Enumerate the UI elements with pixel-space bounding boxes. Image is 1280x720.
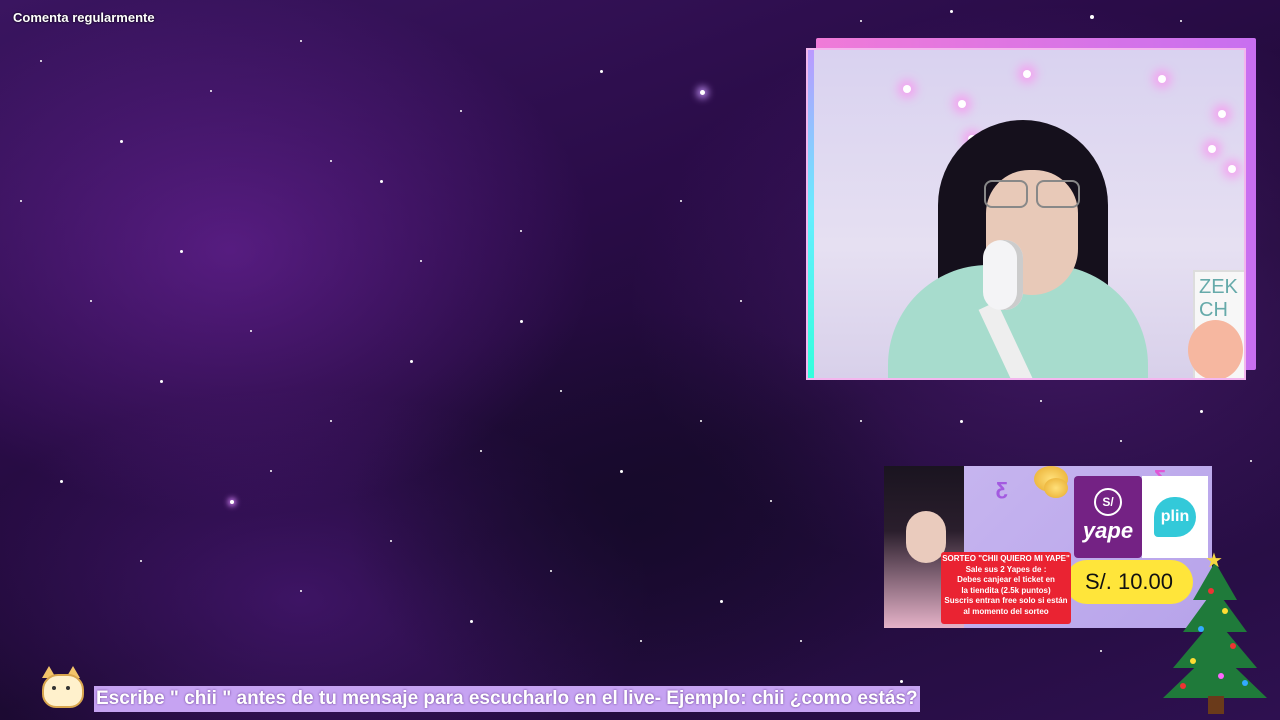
yape-symbol: S/ bbox=[1094, 488, 1122, 516]
yape-label: yape bbox=[1082, 518, 1134, 543]
rules-line: al momento del sorteo bbox=[963, 606, 1049, 616]
rules-line: Debes canjear el ticket en bbox=[957, 575, 1055, 584]
stream-screen: { "overlay": { "top_label": "Comenta reg… bbox=[0, 0, 1280, 720]
coin-icon bbox=[1044, 478, 1068, 498]
led-strip bbox=[808, 50, 814, 378]
squiggle-decoration: ƹ bbox=[996, 474, 1008, 499]
yape-logo: S/ yape bbox=[1074, 476, 1142, 558]
rules-line: Suscris entran free solo si están bbox=[944, 596, 1068, 605]
rules-line: la tiendita (2.5k puntos) bbox=[961, 585, 1051, 595]
cat-mascot-icon bbox=[36, 664, 84, 712]
glasses bbox=[984, 180, 1080, 210]
rules-line: Sale sus 2 Yapes de : bbox=[965, 564, 1047, 574]
raffle-rules: SORTEO "CHII QUIERO MI YAPE" Sale sus 2 … bbox=[941, 552, 1071, 624]
chat-instruction-banner: Escribe " chii " antes de tu mensaje par… bbox=[94, 686, 920, 712]
microphone bbox=[983, 240, 1023, 310]
plin-logo: plin bbox=[1142, 476, 1208, 558]
webcam-feed: ZEK CH bbox=[806, 48, 1246, 380]
rules-line: SORTEO "CHII QUIERO MI YAPE" bbox=[942, 554, 1070, 563]
plush-toy bbox=[1188, 320, 1243, 378]
plin-label: plin bbox=[1154, 497, 1196, 537]
top-label: Comenta regularmente bbox=[13, 10, 155, 25]
christmas-tree-icon: ★ bbox=[1160, 548, 1270, 718]
